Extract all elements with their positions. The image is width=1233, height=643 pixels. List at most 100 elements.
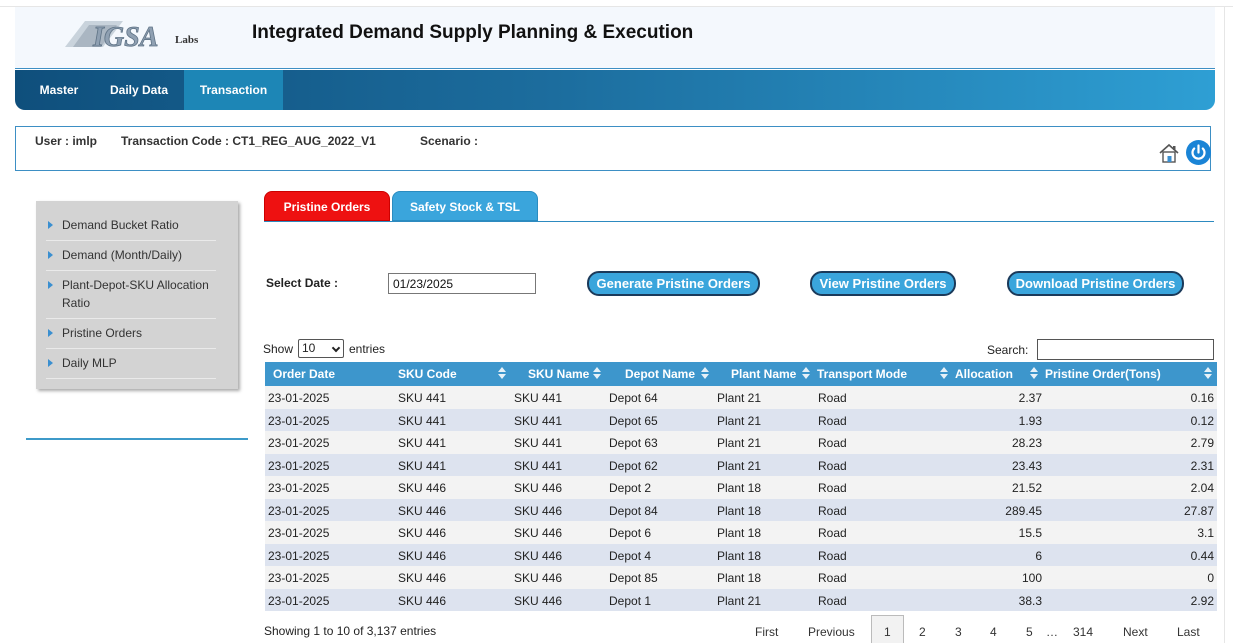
cell-transport-mode: Road (818, 458, 847, 473)
sidebar-item-pristine-orders[interactable]: Pristine Orders (46, 318, 216, 349)
sidebar-item-label: Pristine Orders (62, 326, 143, 340)
context-info-bar: User : imlp Transaction Code : CT1_REG_A… (15, 126, 1211, 171)
cell-order-date: 23-01-2025 (268, 391, 330, 405)
cell-plant-name: Plant 18 (717, 526, 762, 540)
cell-pristine-order: 0 (1207, 571, 1214, 585)
cell-depot-name: Depot 1 (609, 593, 652, 608)
triangle-bullet-icon (48, 281, 53, 289)
column-header-depot-name[interactable]: Depot Name (625, 367, 695, 381)
column-header-order-date[interactable]: Order Date (273, 367, 335, 381)
search-input[interactable] (1037, 339, 1214, 360)
sidebar-item-daily-mlp[interactable]: Daily MLP (46, 348, 216, 379)
sidebar-menu: Demand Bucket Ratio Demand (Month/Daily)… (36, 201, 238, 389)
home-icon[interactable] (1158, 143, 1180, 163)
table-row[interactable]: 23-01-2025 SKU 441 SKU 441 Depot 62 Plant 21… (265, 453, 1217, 476)
sort-icon[interactable] (593, 367, 601, 380)
pagination-page-5[interactable]: 5 (1026, 625, 1033, 639)
download-pristine-orders-button[interactable]: Download Pristine Orders (1007, 271, 1184, 296)
sort-icon[interactable] (701, 367, 709, 380)
triangle-bullet-icon (48, 221, 53, 229)
cell-transport-mode: Road (818, 526, 847, 540)
cell-sku-name: SKU 441 (514, 436, 563, 450)
nav-transaction[interactable]: Transaction (184, 70, 283, 110)
view-pristine-orders-button[interactable]: View Pristine Orders (810, 271, 956, 296)
cell-sku-code: SKU 446 (398, 481, 447, 495)
entries-per-page-select[interactable]: 10 (298, 339, 344, 358)
cell-allocation: 100 (1021, 571, 1042, 585)
cell-order-date: 23-01-2025 (268, 593, 330, 608)
cell-sku-code: SKU 446 (398, 548, 447, 563)
cell-depot-name: Depot 65 (609, 413, 658, 428)
cell-sku-name: SKU 446 (514, 548, 563, 563)
cell-sku-name: SKU 446 (514, 503, 563, 518)
cell-pristine-order: 27.87 (1183, 503, 1214, 518)
sort-icon[interactable] (1204, 367, 1212, 380)
date-input[interactable] (388, 273, 536, 294)
select-date-label: Select Date : (266, 276, 339, 290)
sidebar-item-label: Demand (Month/Daily) (62, 248, 183, 262)
table-row[interactable]: 23-01-2025 SKU 446 SKU 446 Depot 6 Plant 18 R… (265, 521, 1217, 544)
sidebar-item-demand-bucket-ratio[interactable]: Demand Bucket Ratio (46, 210, 216, 241)
sort-icon[interactable] (1030, 367, 1038, 380)
cell-sku-code: SKU 446 (398, 593, 447, 608)
cell-transport-mode: Road (818, 481, 847, 495)
pagination-page-2[interactable]: 2 (919, 625, 926, 639)
table-row[interactable]: 23-01-2025 SKU 446 SKU 446 Depot 4 Plant 18 R… (265, 543, 1217, 566)
cell-allocation: 289.45 (1005, 503, 1042, 518)
column-header-transport-mode[interactable]: Transport Mode (817, 367, 907, 381)
cell-depot-name: Depot 85 (609, 571, 658, 585)
cell-transport-mode: Road (818, 548, 847, 563)
pagination-previous[interactable]: Previous (808, 625, 855, 639)
svg-text:IGSA: IGSA (92, 22, 158, 53)
power-icon[interactable] (1186, 140, 1211, 165)
tab-safety-stock[interactable]: Safety Stock & TSL (392, 191, 538, 221)
cell-depot-name: Depot 6 (609, 526, 652, 540)
pagination-page-3[interactable]: 3 (955, 625, 962, 639)
cell-transport-mode: Road (818, 436, 847, 450)
table-row[interactable]: 23-01-2025 SKU 441 SKU 441 Depot 64 Plant 21… (265, 386, 1217, 409)
table-row[interactable]: 23-01-2025 SKU 446 SKU 446 Depot 2 Plant 18 R… (265, 476, 1217, 499)
cell-sku-code: SKU 441 (398, 436, 447, 450)
sidebar-item-allocation-ratio[interactable]: Plant-Depot-SKU Allocation Ratio (46, 270, 216, 319)
sort-icon[interactable] (940, 367, 948, 380)
user-info: User : imlp (35, 134, 98, 148)
tab-pristine-orders[interactable]: Pristine Orders (264, 191, 390, 221)
sidebar-item-demand-month-daily[interactable]: Demand (Month/Daily) (46, 240, 216, 271)
cell-order-date: 23-01-2025 (268, 503, 330, 518)
entries-per-page-value: 10 (302, 341, 316, 355)
cell-order-date: 23-01-2025 (268, 458, 330, 473)
pagination-page-4[interactable]: 4 (990, 625, 997, 639)
table-row[interactable]: 23-01-2025 SKU 446 SKU 446 Depot 1 Plant 21 R… (265, 588, 1217, 611)
column-header-sku-code[interactable]: SKU Code (398, 367, 457, 381)
pagination-next[interactable]: Next (1123, 625, 1148, 639)
nav-master[interactable]: Master (27, 70, 91, 110)
cell-depot-name: Depot 62 (609, 458, 658, 473)
cell-plant-name: Plant 18 (717, 571, 762, 585)
column-header-allocation[interactable]: Allocation (955, 367, 1013, 381)
pagination-last[interactable]: Last (1177, 625, 1200, 639)
pagination-page-last[interactable]: 314 (1073, 625, 1093, 639)
table-row[interactable]: 23-01-2025 SKU 446 SKU 446 Depot 84 Plant 18… (265, 498, 1217, 521)
pagination-first[interactable]: First (755, 625, 778, 639)
nav-daily-data[interactable]: Daily Data (97, 70, 181, 110)
column-header-pristine-order[interactable]: Pristine Order(Tons) (1045, 367, 1161, 381)
generate-pristine-orders-button[interactable]: Generate Pristine Orders (587, 271, 760, 296)
cell-sku-code: SKU 441 (398, 458, 447, 473)
sort-icon[interactable] (498, 367, 506, 380)
cell-sku-name: SKU 446 (514, 481, 563, 495)
column-header-plant-name[interactable]: Plant Name (731, 367, 796, 381)
cell-pristine-order: 2.31 (1190, 458, 1214, 473)
cell-sku-name: SKU 441 (514, 458, 563, 473)
cell-allocation: 38.3 (1018, 593, 1042, 608)
table-row[interactable]: 23-01-2025 SKU 441 SKU 441 Depot 63 Plant 21… (265, 431, 1217, 454)
cell-pristine-order: 3.1 (1197, 526, 1214, 540)
table-row[interactable]: 23-01-2025 SKU 446 SKU 446 Depot 85 Plant 18… (265, 566, 1217, 589)
cell-allocation: 15.5 (1018, 526, 1042, 540)
pagination-page-1[interactable]: 1 (884, 625, 891, 639)
table-row[interactable]: 23-01-2025 SKU 441 SKU 441 Depot 65 Plant 21… (265, 408, 1217, 431)
cell-transport-mode: Road (818, 503, 847, 518)
triangle-bullet-icon (48, 329, 53, 337)
sidebar-divider (26, 438, 248, 440)
column-header-sku-name[interactable]: SKU Name (528, 367, 589, 381)
sort-icon[interactable] (802, 367, 810, 380)
